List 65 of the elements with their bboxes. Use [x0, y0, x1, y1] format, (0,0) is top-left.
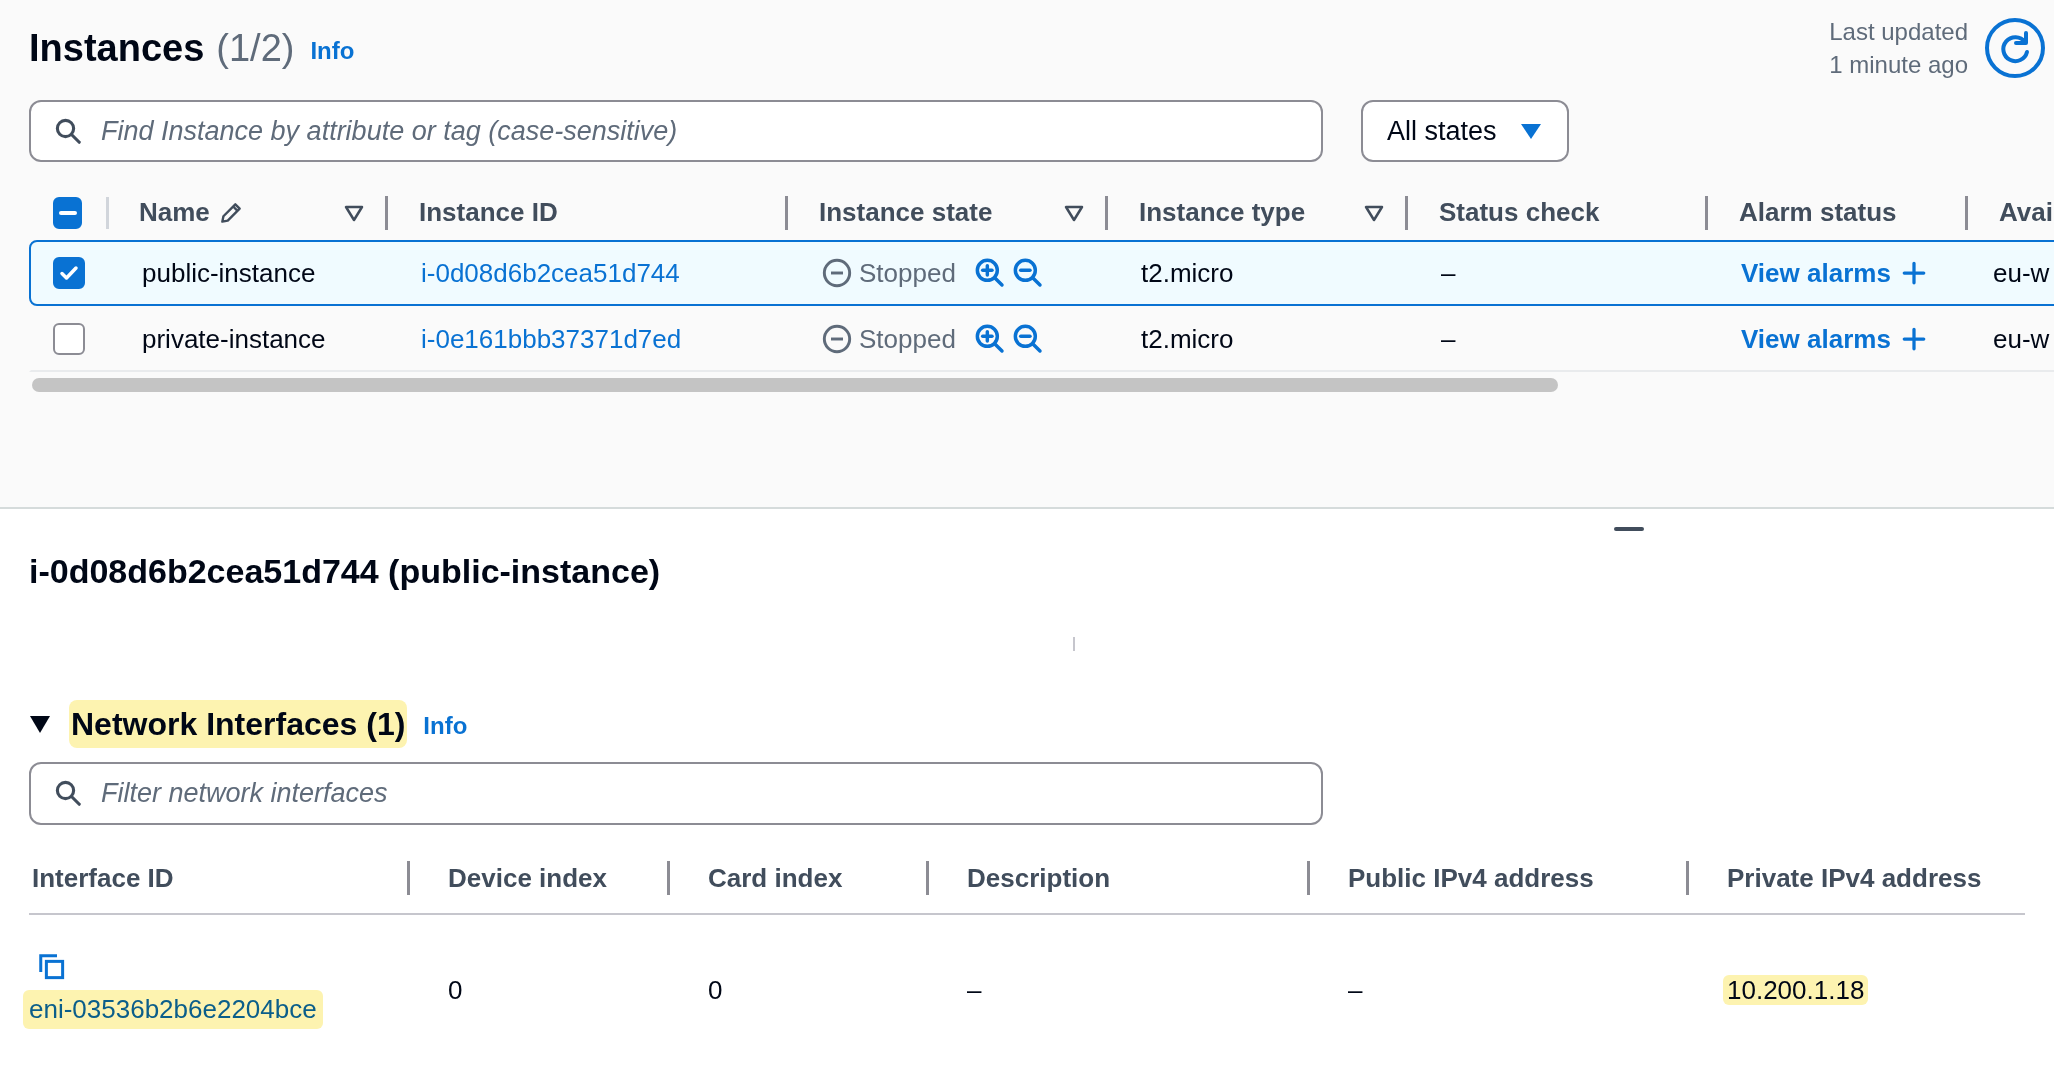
table-cell-text: 0 — [447, 974, 464, 1005]
table-cell: public-instance — [142, 257, 316, 288]
column-header[interactable]: Status check — [1439, 185, 1705, 240]
column-header[interactable]: Device index — [448, 858, 607, 898]
search-icon — [53, 116, 83, 146]
info-link[interactable]: Info — [423, 708, 468, 744]
zoom-out-icon[interactable] — [1011, 257, 1044, 289]
column-header[interactable]: Instance state — [819, 185, 1105, 240]
table-cell: t2.micro — [1141, 257, 1234, 288]
instance-count: (1/2) — [216, 25, 295, 71]
last-updated-text: 1 minute ago — [1829, 50, 1968, 80]
page-title: Instances — [29, 25, 205, 71]
table-cell: t2.micro — [1141, 323, 1234, 354]
column-header[interactable]: Card index — [708, 858, 843, 898]
table-cell: – — [1441, 257, 1456, 288]
table-cell: eu-w — [1993, 257, 2050, 288]
table-cell: – — [1441, 323, 1456, 354]
table-cell: private-instance — [142, 323, 326, 354]
table-cell-text: – — [966, 974, 983, 1005]
view-alarms-link[interactable]: View alarms — [1741, 319, 1891, 359]
section-title: Network Interfaces (1) — [69, 700, 408, 748]
checkbox[interactable] — [53, 257, 85, 289]
zoom-in-icon[interactable] — [973, 257, 1006, 289]
column-header[interactable]: Avai — [1999, 185, 2054, 240]
table-cell: eu-w — [1993, 323, 2050, 354]
table-cell-text: – — [1347, 974, 1364, 1005]
zoom-out-icon[interactable] — [1011, 323, 1044, 355]
column-header[interactable]: Alarm status — [1739, 185, 1965, 240]
instance-state: Stopped — [859, 256, 956, 290]
filter-field[interactable]: Filter network interfaces — [29, 762, 1323, 825]
zoom-in-icon[interactable] — [973, 323, 1006, 355]
instance-id-link[interactable]: i-0e161bbb37371d7ed — [421, 323, 682, 354]
stopped-icon — [821, 257, 853, 289]
column-header[interactable]: Instance type — [1139, 185, 1405, 240]
horizontal-scrollbar[interactable] — [32, 378, 1558, 392]
instance-id-link[interactable]: i-0d08d6b2cea51d744 — [421, 257, 680, 288]
table-row[interactable]: public-instance i-0d08d6b2cea51d744 Stopped t2.micro – View alarms eu-w — [29, 240, 2054, 306]
add-icon[interactable] — [1900, 326, 1927, 352]
state-filter-dropdown[interactable]: All states — [1361, 100, 1569, 162]
search-icon — [53, 778, 83, 808]
info-link[interactable]: Info — [310, 33, 355, 69]
checkbox[interactable] — [53, 323, 85, 355]
column-header[interactable]: Public IPv4 address — [1348, 858, 1594, 898]
table-row[interactable]: private-instance i-0e161bbb37371d7ed Stopped t2.micro – View alarms eu-w — [29, 306, 2054, 372]
column-header[interactable]: Interface ID — [32, 858, 174, 898]
instance-state: Stopped — [859, 322, 956, 356]
table-cell-text: 0 — [707, 974, 724, 1005]
copy-icon[interactable] — [37, 951, 67, 982]
table-cell: 10.200.1.18 — [1723, 974, 1869, 1005]
stopped-icon — [821, 323, 853, 355]
column-header[interactable]: Instance ID — [419, 185, 785, 240]
add-icon[interactable] — [1900, 260, 1927, 286]
column-header[interactable]: Private IPv4 address — [1727, 858, 1982, 898]
details-title: i-0d08d6b2cea51d744 (public-instance) — [29, 551, 661, 592]
search-field[interactable]: Find Instance by attribute or tag (case-sensitive) — [29, 100, 1323, 162]
checkbox[interactable] — [53, 196, 83, 229]
view-alarms-link[interactable]: View alarms — [1741, 253, 1891, 293]
interface-id-link[interactable]: eni-03536b2b6e2204bce — [23, 989, 323, 1029]
caret-down-icon — [1518, 121, 1543, 141]
refresh-button[interactable] — [1984, 17, 2046, 79]
last-updated-text: Last updated — [1829, 17, 1968, 47]
column-header[interactable]: Description — [967, 858, 1111, 898]
resize-handle[interactable] — [1614, 527, 1644, 531]
collapse-caret-icon[interactable] — [29, 713, 51, 735]
column-header[interactable]: Name — [139, 185, 385, 240]
